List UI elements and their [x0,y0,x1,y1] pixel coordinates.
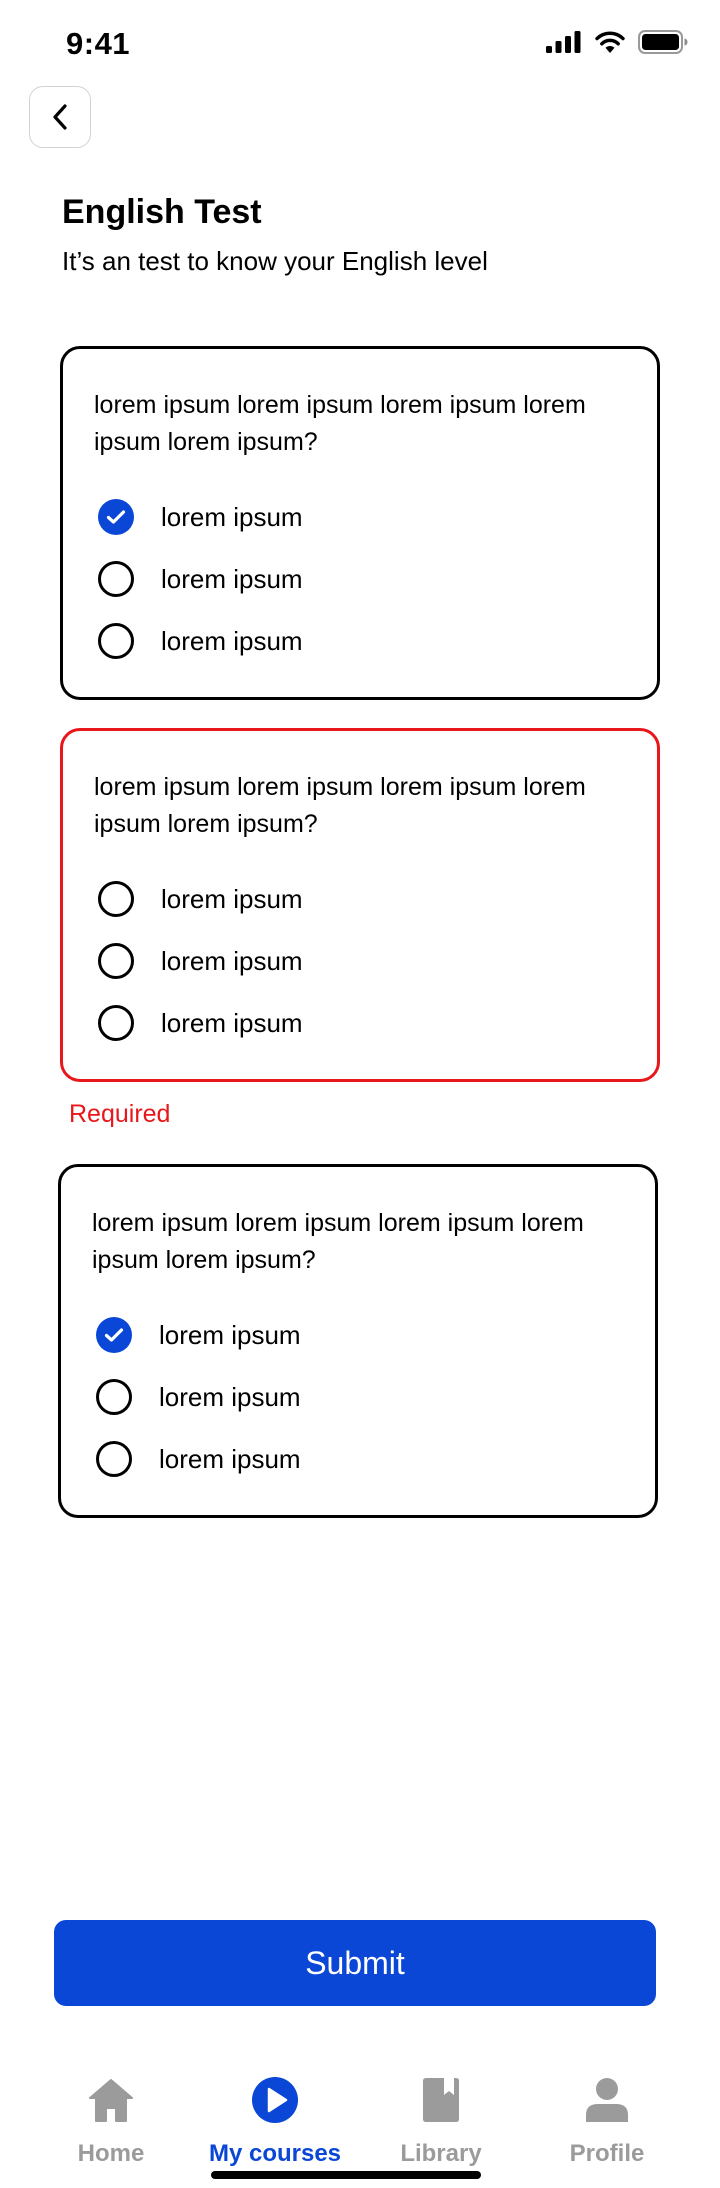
person-icon [586,2078,628,2122]
tab-my-courses[interactable]: My courses [200,2060,350,2168]
tab-label: My courses [208,2140,342,2167]
question-card: lorem ipsum lorem ipsum lorem ipsum lore… [58,1164,658,1518]
question-card-error: lorem ipsum lorem ipsum lorem ipsum lore… [60,728,660,1082]
chevron-left-icon [53,104,67,130]
radio-unchecked-icon[interactable] [98,561,134,597]
option-label: lorem ipsum [161,625,303,656]
tab-library[interactable]: Library [366,2060,516,2168]
question-text: lorem ipsum lorem ipsum lorem ipsum lore… [92,1209,584,1274]
submit-button[interactable]: Submit [54,1920,656,2006]
answer-option[interactable]: lorem ipsum [96,1317,301,1353]
answer-option[interactable]: lorem ipsum [98,881,303,917]
option-label: lorem ipsum [161,501,303,532]
tab-profile[interactable]: Profile [532,2060,682,2168]
answer-option[interactable]: lorem ipsum [98,623,303,659]
option-label: lorem ipsum [161,883,303,914]
question-card: lorem ipsum lorem ipsum lorem ipsum lore… [60,346,660,700]
battery-icon [638,30,688,54]
answer-option[interactable]: lorem ipsum [96,1379,301,1415]
radio-unchecked-icon[interactable] [96,1379,132,1415]
radio-checked-icon[interactable] [96,1317,132,1353]
tab-bar: Home My courses Library Profile [0,2060,720,2188]
signal-icon [546,31,581,53]
tab-label: Home [77,2140,145,2167]
option-label: lorem ipsum [159,1381,301,1412]
answer-option[interactable]: lorem ipsum [98,1005,303,1041]
status-bar: 9:41 [0,0,720,90]
home-indicator [211,2171,481,2179]
status-time: 9:41 [66,26,131,61]
home-icon [89,2079,133,2122]
radio-unchecked-icon[interactable] [98,881,134,917]
radio-unchecked-icon[interactable] [98,943,134,979]
page-subtitle: It’s an test to know your English level [62,246,488,276]
answer-option[interactable]: lorem ipsum [98,561,303,597]
option-label: lorem ipsum [161,1007,303,1038]
answer-option[interactable]: lorem ipsum [98,499,303,535]
tab-label: Library [400,2140,482,2167]
radio-unchecked-icon[interactable] [96,1441,132,1477]
status-icons [546,30,688,54]
option-label: lorem ipsum [159,1319,301,1350]
radio-unchecked-icon[interactable] [98,623,134,659]
option-label: lorem ipsum [161,563,303,594]
radio-unchecked-icon[interactable] [98,1005,134,1041]
wifi-icon [595,31,625,53]
question-text: lorem ipsum lorem ipsum lorem ipsum lore… [94,391,586,456]
tab-label: Profile [569,2140,645,2167]
back-button[interactable] [29,86,91,148]
tab-home[interactable]: Home [36,2060,186,2168]
play-circle-icon [252,2077,298,2123]
book-icon [423,2078,459,2122]
answer-option[interactable]: lorem ipsum [98,943,303,979]
option-label: lorem ipsum [159,1443,301,1474]
radio-checked-icon[interactable] [98,499,134,535]
question-text: lorem ipsum lorem ipsum lorem ipsum lore… [94,773,586,838]
page-title: English Test [62,193,262,231]
required-error-message: Required [69,1100,171,1128]
answer-option[interactable]: lorem ipsum [96,1441,301,1477]
option-label: lorem ipsum [161,945,303,976]
